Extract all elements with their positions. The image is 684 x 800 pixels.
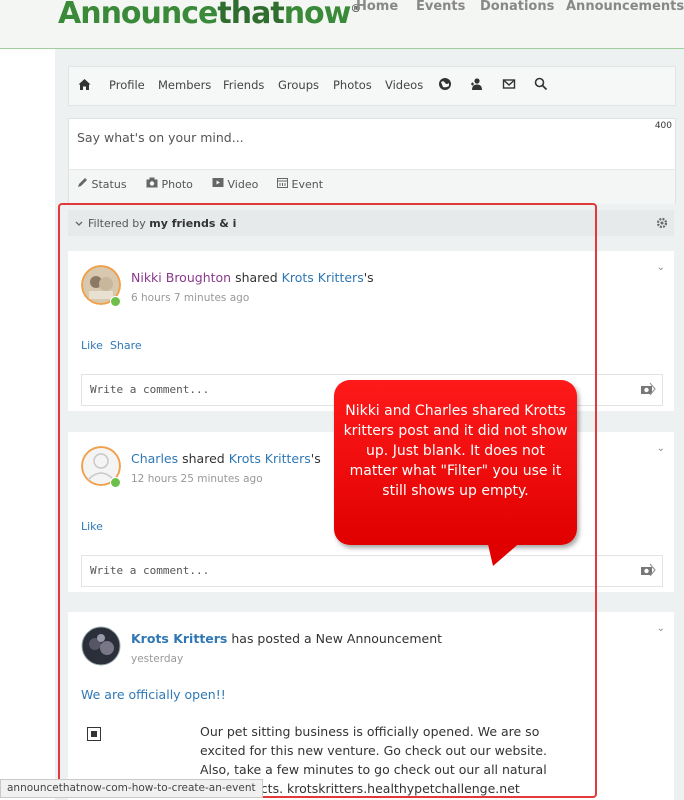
subnav-members[interactable]: Members — [158, 78, 211, 92]
post-options-chevron-icon[interactable]: ⌄ — [657, 443, 665, 454]
subnav-photos[interactable]: Photos — [333, 78, 372, 92]
status-input[interactable]: Say what's on your mind... — [77, 130, 244, 145]
nav-announcements[interactable]: Announcements — [566, 0, 684, 14]
nav-home[interactable]: Home — [356, 0, 398, 14]
site-logo[interactable]: Announcethatnow® — [58, 0, 361, 31]
composer-photo-label: Photo — [161, 178, 193, 191]
composer-event-label: Event — [291, 178, 324, 191]
browser-status-bar: announcethatnow-com-how-to-create-an-eve… — [0, 779, 263, 798]
subnav-friends[interactable]: Friends — [223, 78, 264, 92]
gear-icon[interactable] — [656, 217, 668, 229]
friend-requests-icon[interactable] — [470, 77, 484, 91]
status-composer: Say what's on your mind... 400 Status Ph… — [68, 118, 676, 204]
composer-photo-button[interactable]: Photo — [146, 177, 193, 191]
composer-event-button[interactable]: Event — [277, 177, 323, 191]
video-icon — [212, 178, 224, 187]
left-gutter — [0, 49, 55, 800]
profile-subnav: Profile Members Friends Groups Photos Vi… — [68, 66, 676, 106]
subnav-profile[interactable]: Profile — [109, 78, 145, 92]
pencil-icon — [78, 178, 87, 187]
composer-status-button[interactable]: Status — [77, 177, 127, 191]
nav-donations[interactable]: Donations — [480, 0, 554, 14]
annotation-callout-tail — [487, 540, 523, 566]
globe-icon[interactable] — [438, 77, 452, 91]
post-options-chevron-icon[interactable]: ⌄ — [657, 262, 665, 273]
calendar-icon — [277, 178, 288, 188]
logo-part-now: now — [283, 0, 352, 31]
camera-icon[interactable] — [640, 562, 656, 578]
search-icon[interactable] — [534, 77, 548, 91]
annotation-callout: Nikki and Charles shared Krotts kritters… — [334, 380, 577, 545]
nav-events[interactable]: Events — [416, 0, 465, 14]
subnav-groups[interactable]: Groups — [278, 78, 319, 92]
site-header: Announcethatnow® Home Events Donations A… — [0, 0, 684, 49]
camera-icon — [146, 177, 158, 188]
camera-icon[interactable] — [640, 381, 656, 397]
composer-video-label: Video — [227, 178, 259, 191]
composer-status-label: Status — [91, 178, 127, 191]
post-options-chevron-icon[interactable]: ⌄ — [657, 623, 665, 634]
composer-video-button[interactable]: Video — [212, 177, 258, 191]
logo-part-announce: Announce — [58, 0, 218, 31]
annotation-text: Nikki and Charles shared Krotts kritters… — [343, 403, 568, 499]
logo-part-that: that — [217, 0, 284, 31]
character-counter: 400 — [654, 121, 672, 131]
subnav-videos[interactable]: Videos — [385, 78, 423, 92]
mail-icon[interactable] — [502, 77, 516, 91]
home-icon[interactable] — [78, 78, 91, 91]
